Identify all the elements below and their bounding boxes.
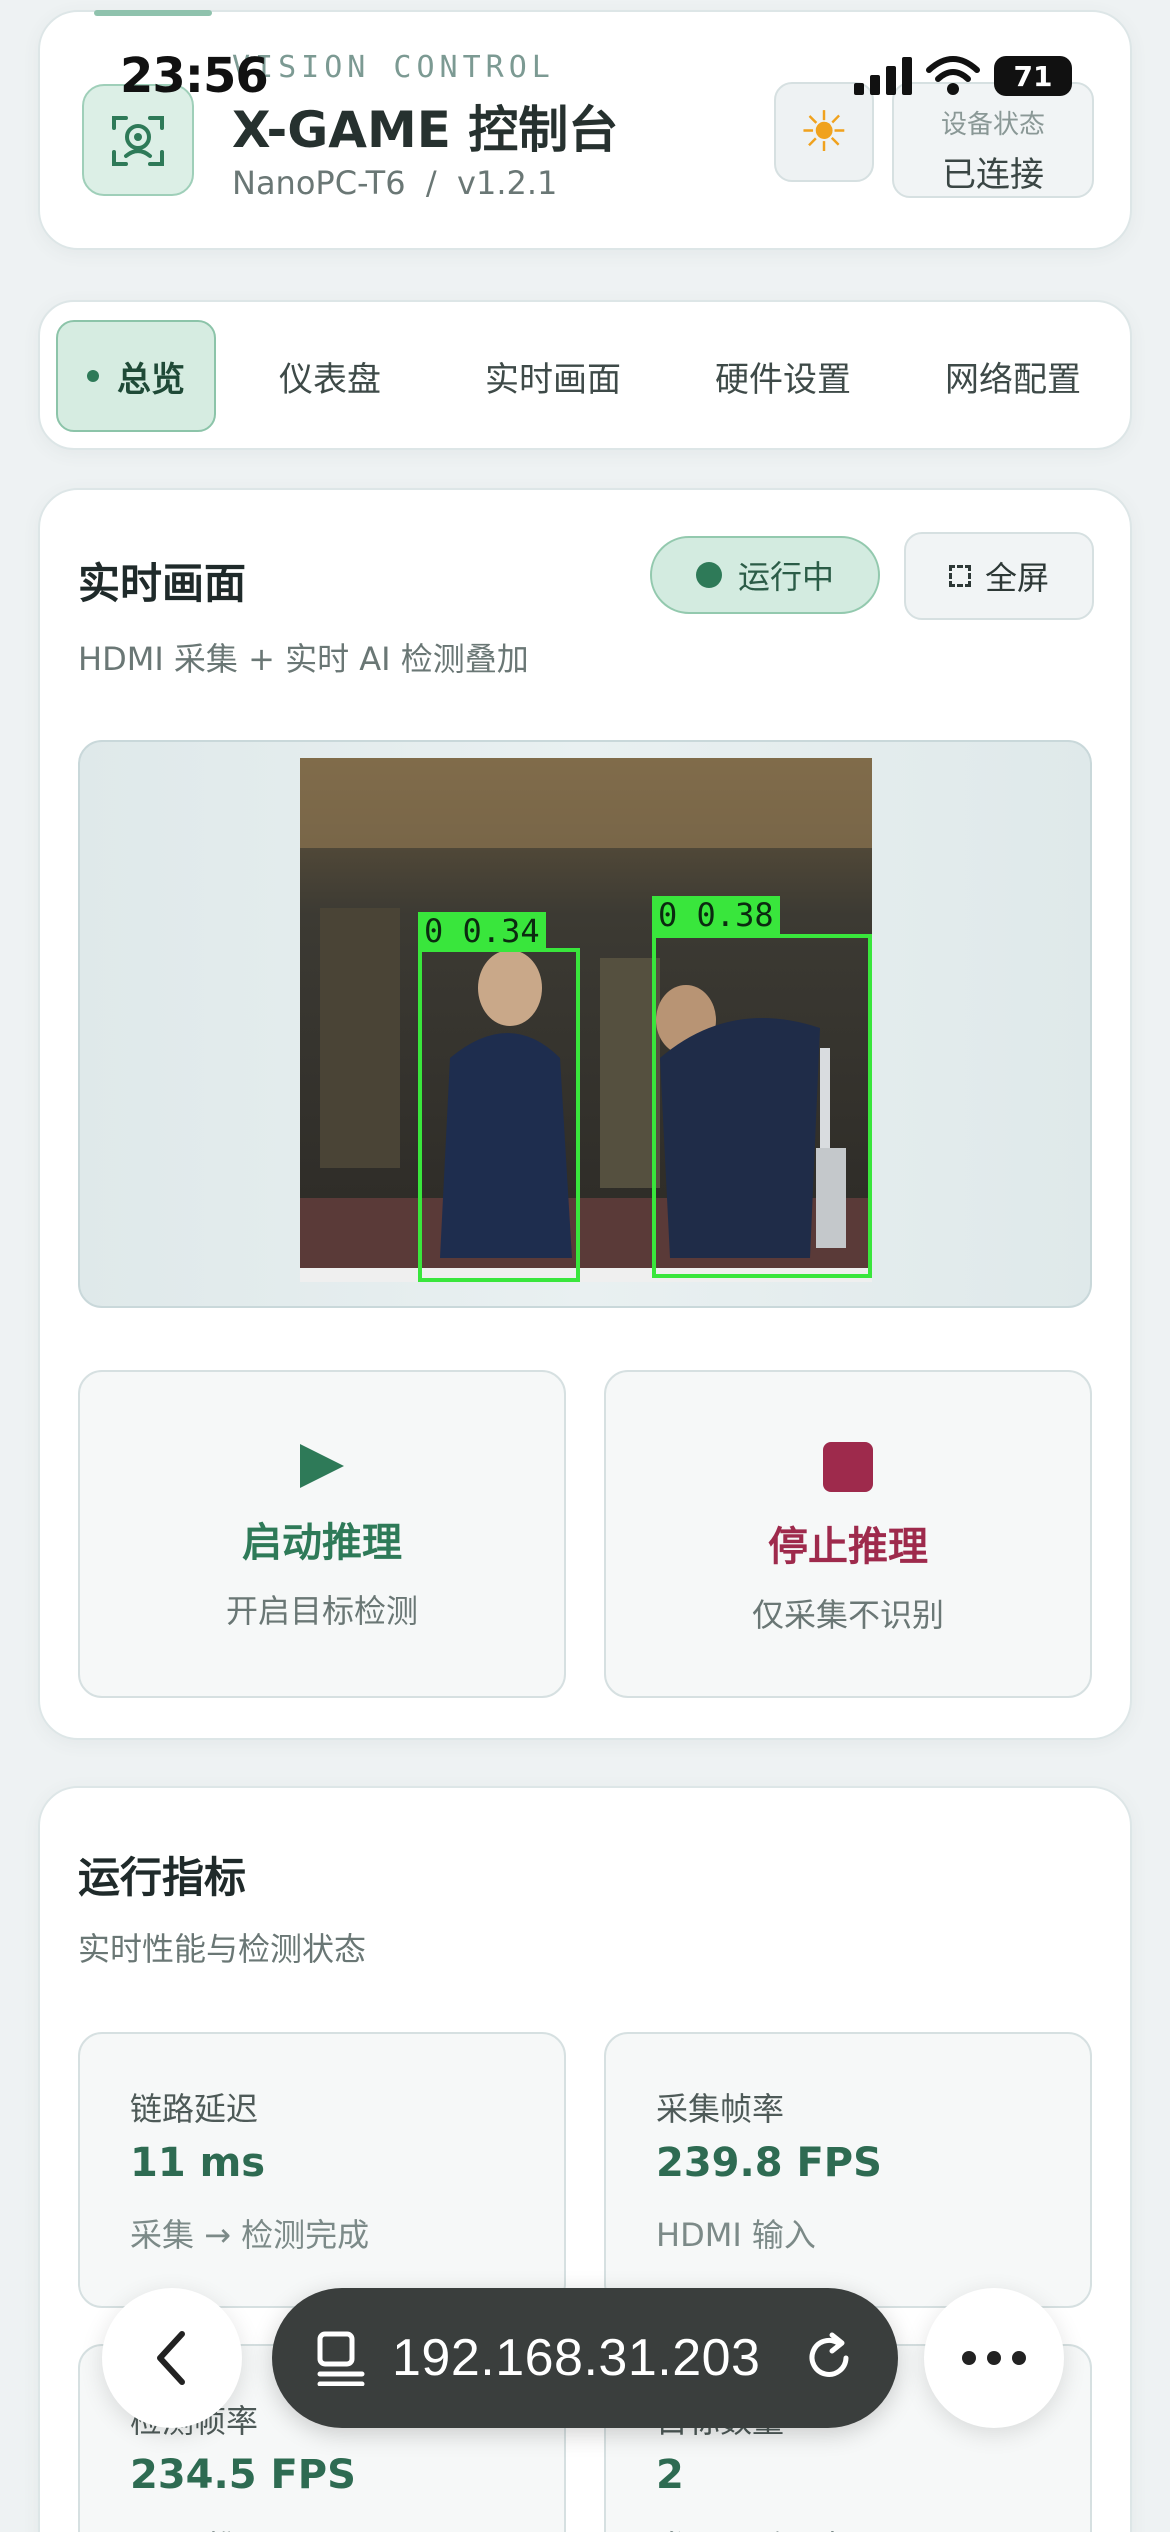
tab-label: 实时画面 (485, 359, 621, 400)
metric-latency: 链路延迟 11 ms 采集 → 检测完成 (78, 2032, 566, 2308)
tab-label: 总览 (117, 359, 185, 400)
page-menu-icon (317, 2331, 365, 2386)
tab-network-config[interactable]: 网络配置 (908, 320, 1118, 432)
detection-box (418, 948, 580, 1282)
metric-desc: NPU 推理 (130, 2522, 271, 2532)
tab-label: 网络配置 (945, 359, 1081, 400)
theme-toggle-button[interactable]: ☀ (774, 82, 874, 182)
more-icon (962, 2351, 1026, 2365)
detection-label: 0 0.38 (652, 896, 780, 934)
nav-tabs: 总览 仪表盘 实时画面 硬件设置 网络配置 (38, 300, 1132, 450)
metric-value: 239.8 FPS (656, 2140, 882, 2186)
header-kicker: VISION CONTROL (232, 50, 555, 85)
device-status-button[interactable]: 设备状态 已连接 (892, 82, 1094, 198)
browser-url-text: 192.168.31.203 (392, 2329, 761, 2387)
metrics-subtitle: 实时性能与检测状态 (78, 1930, 367, 1968)
metric-value: 2 (656, 2452, 684, 2498)
status-bar-time: 23:56 (120, 48, 269, 104)
metric-desc: HDMI 输入 (656, 2216, 816, 2254)
header-card: VISION CONTROL X-GAME 控制台 NanoPC-T6 / v1… (38, 10, 1132, 250)
battery-icon: 71 (994, 56, 1072, 96)
app-title: X-GAME 控制台 (232, 101, 619, 159)
metric-capture-fps: 采集帧率 239.8 FPS HDMI 输入 (604, 2032, 1092, 2308)
fullscreen-icon (948, 565, 971, 587)
status-dot-icon (695, 562, 722, 588)
running-status-badge: 运行中 (650, 536, 880, 614)
metric-value: 234.5 FPS (130, 2452, 356, 2498)
metrics-title: 运行指标 (78, 1853, 247, 1902)
signal-icon (854, 57, 912, 95)
tab-label: 硬件设置 (715, 359, 851, 400)
live-view-title: 实时画面 (78, 559, 247, 608)
start-inference-desc: 开启目标检测 (225, 1592, 418, 1630)
metric-desc: 采集 → 检测完成 (130, 2216, 370, 2254)
stop-inference-desc: 仅采集不识别 (751, 1596, 944, 1634)
stop-inference-button[interactable]: 停止推理 仅采集不识别 (604, 1370, 1092, 1698)
start-inference-button[interactable]: 启动推理 开启目标检测 (78, 1370, 566, 1698)
active-dot-icon (87, 370, 99, 382)
sun-icon: ☀ (798, 99, 850, 165)
fullscreen-button[interactable]: 全屏 (904, 532, 1094, 620)
metric-label: 采集帧率 (656, 2090, 785, 2128)
chevron-left-icon (157, 2331, 185, 2385)
device-status-value: 已连接 (942, 155, 1044, 195)
live-view-subtitle: HDMI 采集 + 实时 AI 检测叠加 (78, 640, 529, 678)
live-video-feed: 0 0.34 0 0.38 (300, 758, 872, 1282)
metric-desc: 发现 2 个目标 (656, 2522, 857, 2532)
tab-overview[interactable]: 总览 (56, 320, 216, 432)
start-inference-title: 启动推理 (242, 1520, 402, 1566)
detection-label: 0 0.34 (418, 912, 546, 950)
tab-label: 仪表盘 (279, 359, 381, 400)
browser-back-button[interactable] (102, 2288, 242, 2428)
metric-value: 11 ms (130, 2140, 266, 2186)
metric-label: 链路延迟 (130, 2090, 259, 2128)
detection-box (652, 934, 872, 1278)
tab-dashboard[interactable]: 仪表盘 (240, 320, 420, 432)
status-bar-icons: 71 (854, 56, 1072, 96)
live-view-card: 实时画面 HDMI 采集 + 实时 AI 检测叠加 运行中 全屏 0 0.34 … (38, 488, 1132, 1740)
device-status-label: 设备状态 (940, 110, 1045, 140)
stop-inference-title: 停止推理 (768, 1524, 928, 1570)
video-frame[interactable]: 0 0.34 0 0.38 (78, 740, 1092, 1308)
tab-hardware-settings[interactable]: 硬件设置 (678, 320, 888, 432)
wifi-icon (926, 56, 980, 95)
fullscreen-label: 全屏 (984, 559, 1049, 597)
browser-more-button[interactable] (924, 2288, 1064, 2428)
stop-icon (823, 1442, 873, 1492)
play-icon (300, 1444, 344, 1488)
browser-url-bar[interactable]: 192.168.31.203 (272, 2288, 898, 2428)
header-accent-line (94, 10, 212, 16)
device-version-subtitle: NanoPC-T6 / v1.2.1 (232, 164, 558, 202)
running-status-label: 运行中 (737, 558, 834, 596)
tab-live-view[interactable]: 实时画面 (448, 320, 658, 432)
reload-icon[interactable] (802, 2331, 856, 2385)
